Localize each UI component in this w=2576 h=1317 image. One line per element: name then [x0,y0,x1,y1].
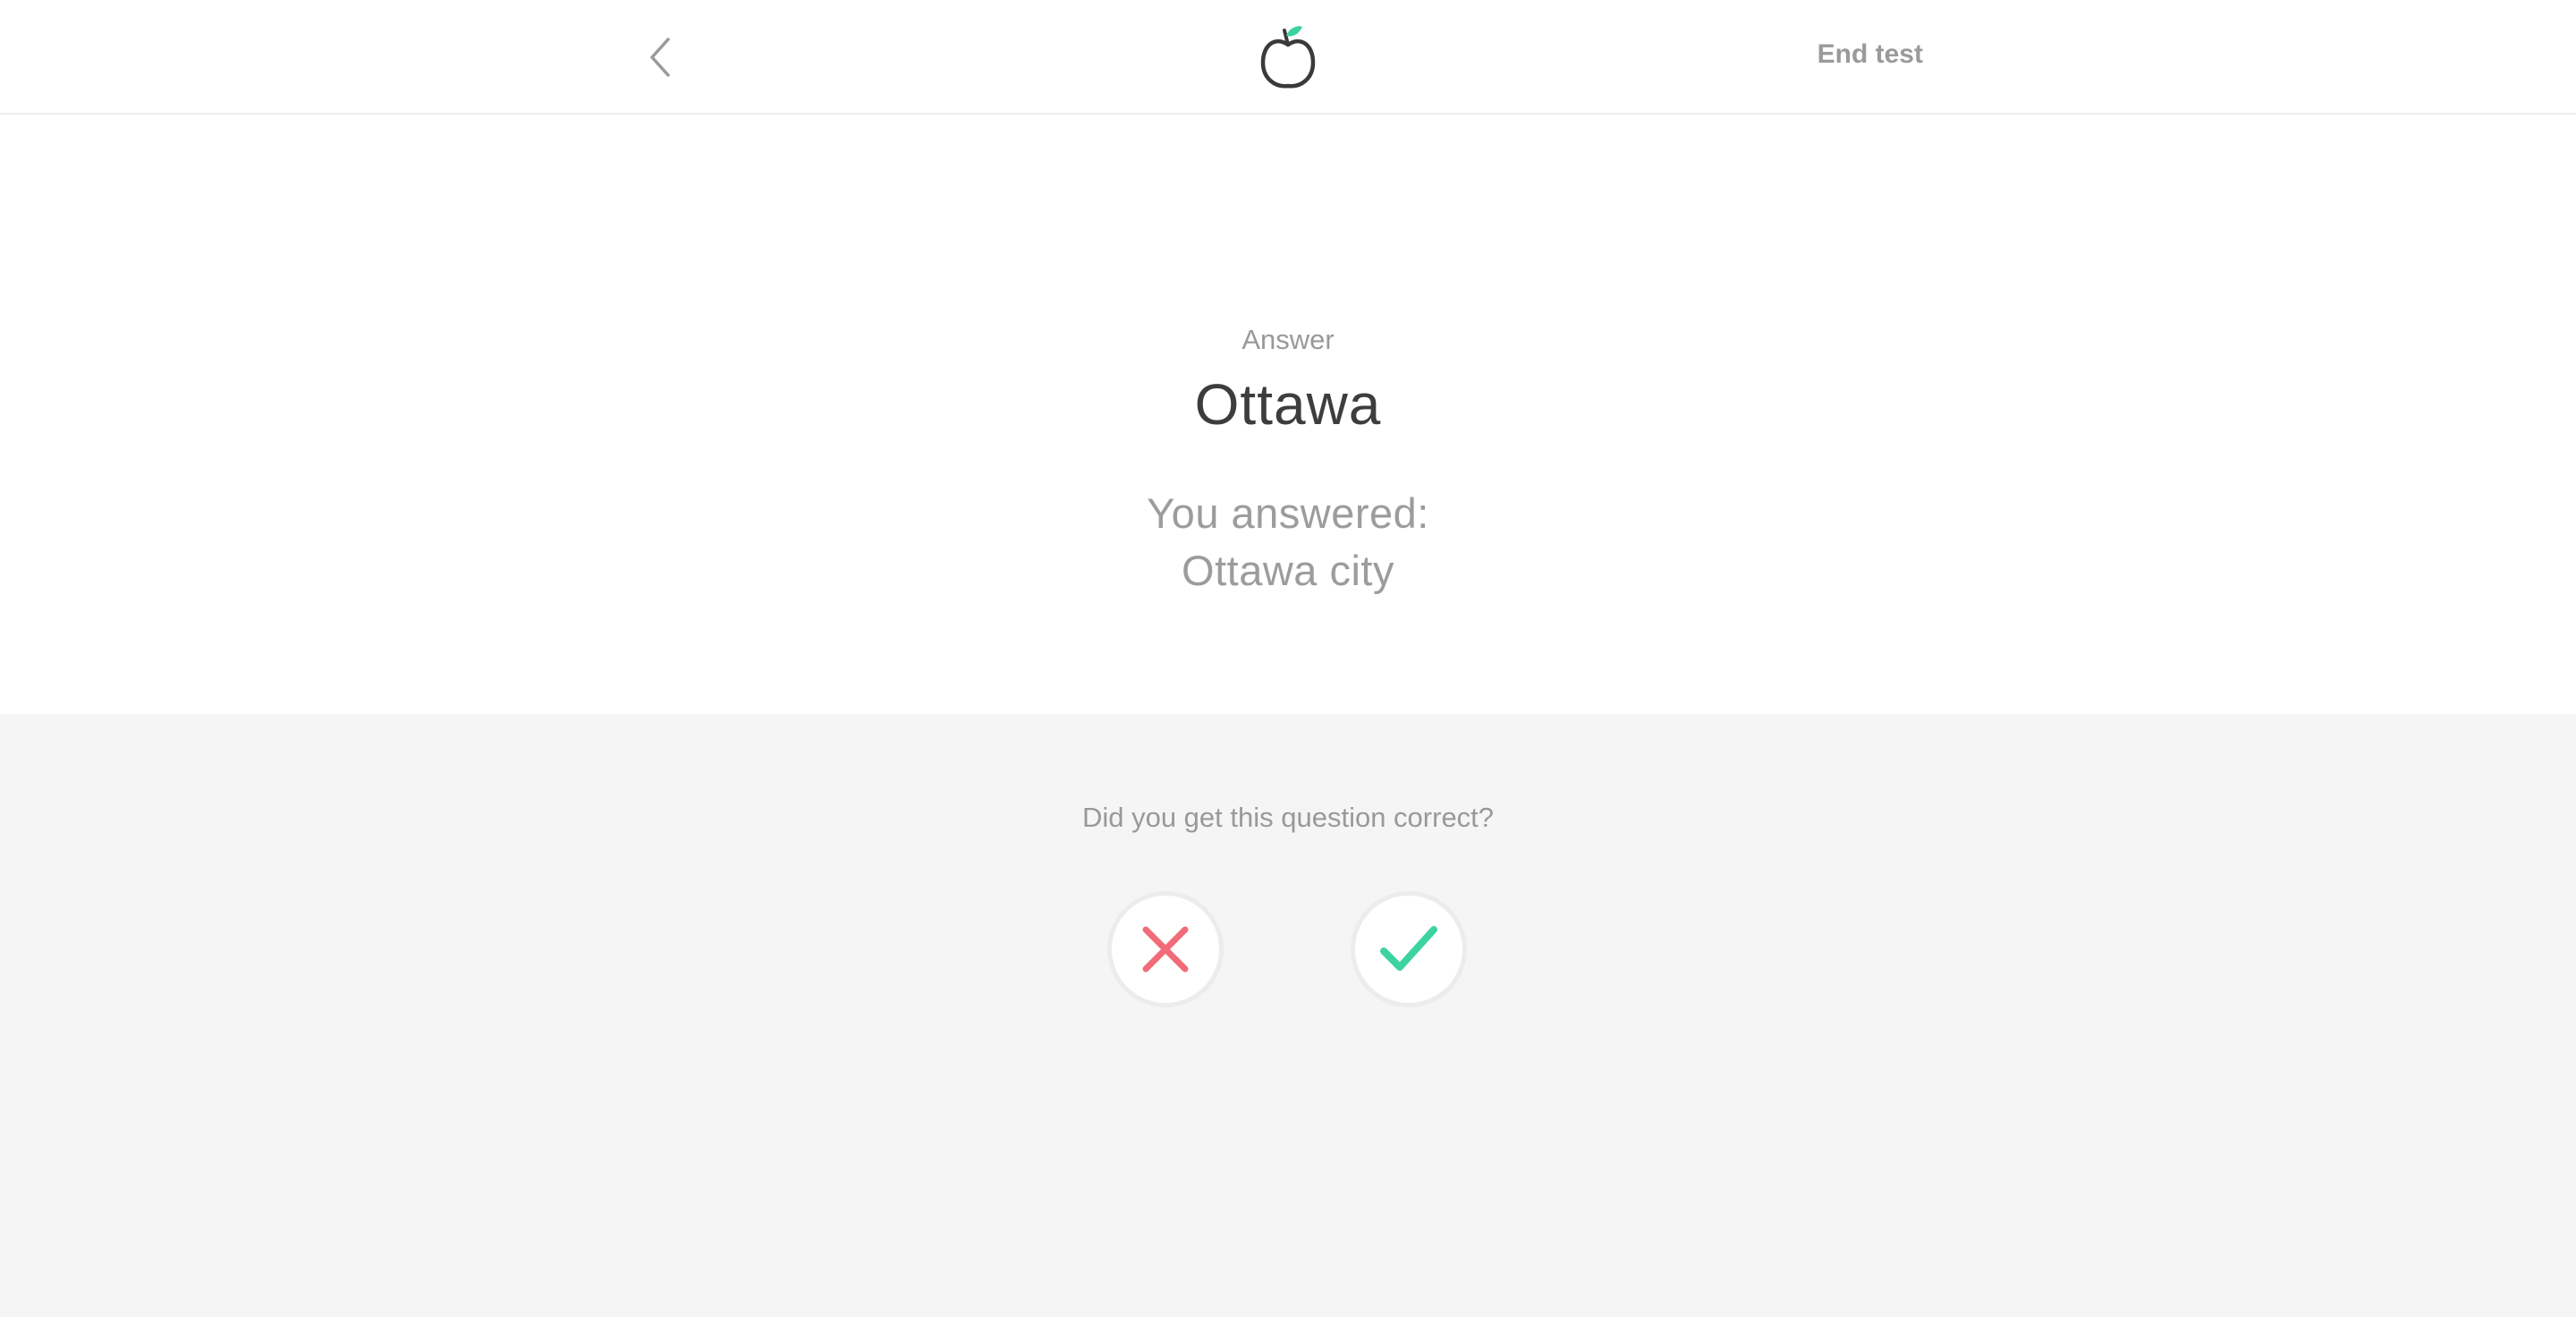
feedback-question: Did you get this question correct? [1081,802,1495,833]
check-icon [1380,926,1437,971]
top-bar: End test [0,0,2576,115]
chevron-left-icon [650,38,670,77]
answer-panel: Answer Ottawa You answered: Ottawa city [0,115,2576,714]
you-answered-label: You answered: [1147,489,1429,537]
apple-logo-icon [1260,26,1316,89]
feedback-panel: Did you get this question correct? [0,714,2576,1317]
end-test-button[interactable]: End test [1818,39,1923,70]
you-answered-value: Ottawa city [1182,547,1394,594]
answer-value: Ottawa [1194,372,1382,437]
answer-label: Answer [1241,324,1335,355]
user-answer: You answered: Ottawa city [0,485,2576,599]
mark-correct-button[interactable] [1351,891,1467,1007]
x-icon [1142,926,1189,973]
mark-incorrect-button[interactable] [1107,891,1224,1007]
back-button[interactable] [635,30,685,84]
